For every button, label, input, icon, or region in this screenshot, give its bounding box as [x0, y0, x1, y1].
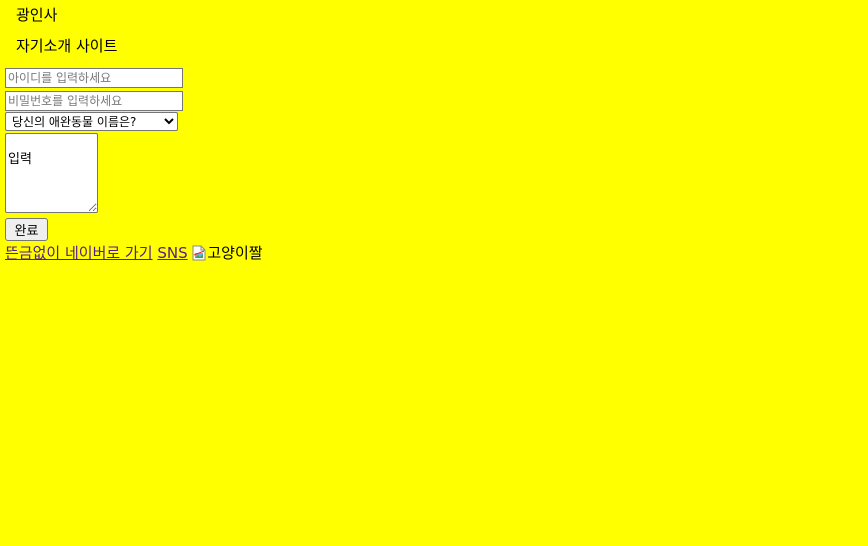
link-row: 뜬금없이 네이버로 가기 SNS 고양이짤 [5, 243, 263, 263]
password-input[interactable] [5, 91, 183, 111]
brand-text: 광인사 [16, 6, 58, 24]
cat-image: 고양이짤 [192, 243, 263, 263]
page: 광인사 자기소개 사이트 당신의 애완동물 이름은? 입력 완료 뜬금없이 네이… [0, 0, 868, 546]
broken-image-icon [192, 245, 206, 261]
naver-link[interactable]: 뜬금없이 네이버로 가기 [5, 244, 153, 262]
sns-link[interactable]: SNS [157, 244, 187, 262]
site-subtitle: 자기소개 사이트 [16, 37, 118, 55]
cat-image-alt-text: 고양이짤 [207, 244, 263, 262]
pet-name-select[interactable]: 당신의 애완동물 이름은? [5, 112, 178, 131]
memo-textarea[interactable]: 입력 [5, 133, 98, 213]
id-input[interactable] [5, 68, 183, 88]
submit-button[interactable]: 완료 [5, 218, 48, 241]
